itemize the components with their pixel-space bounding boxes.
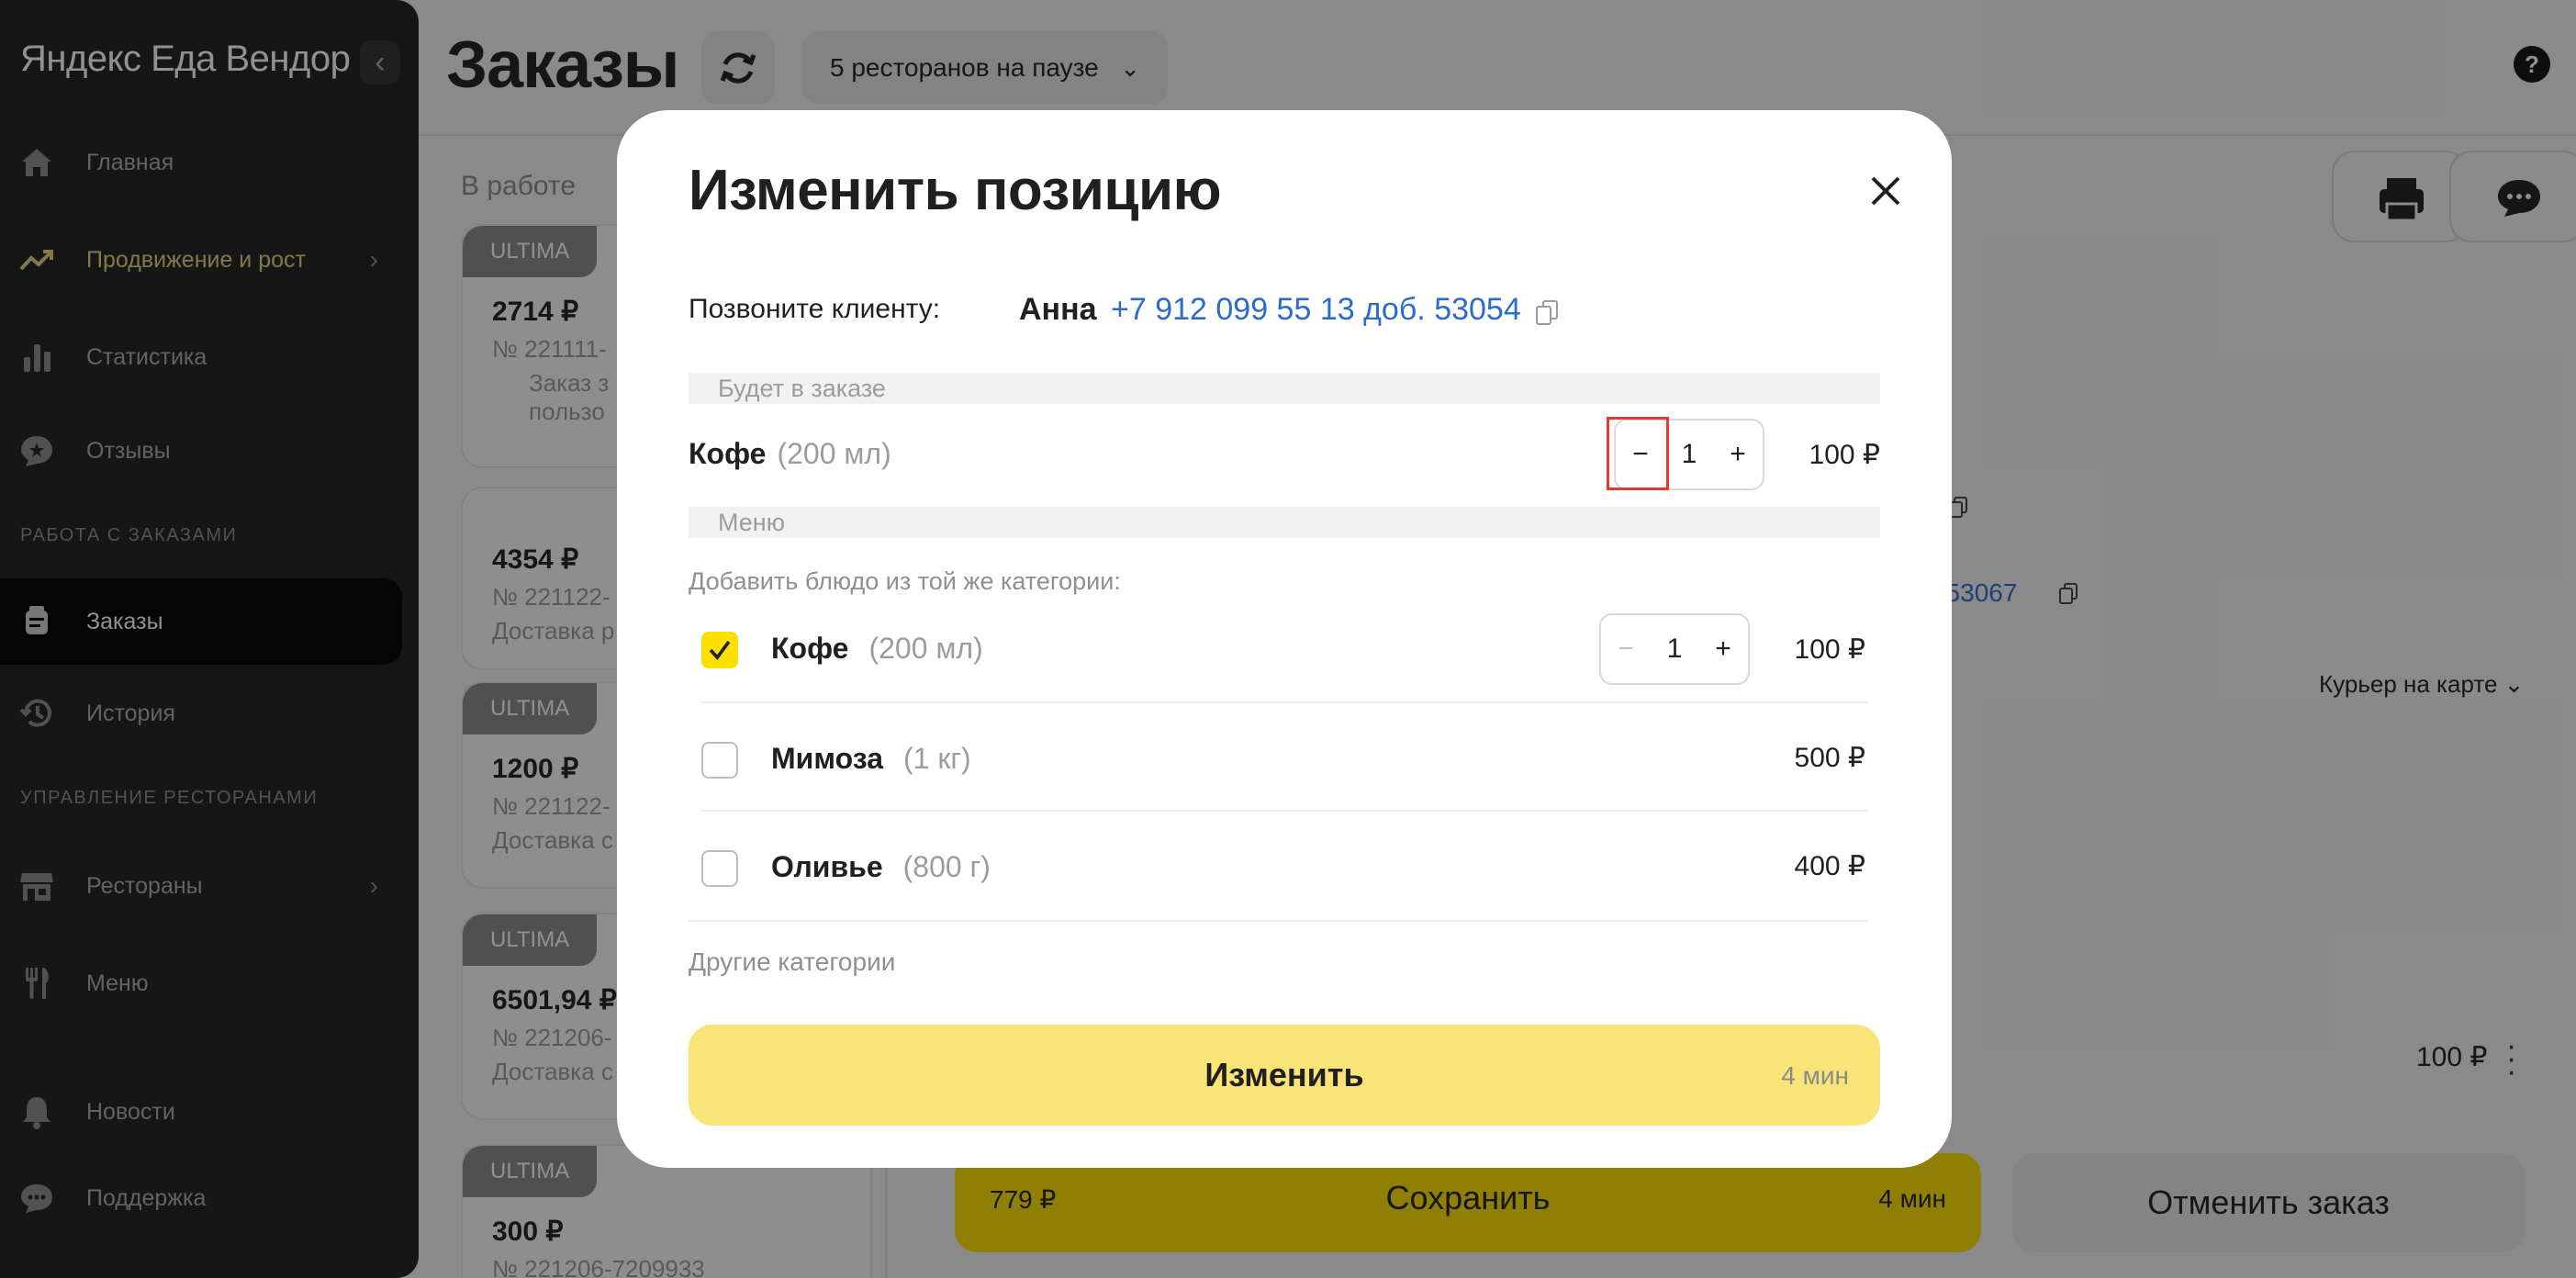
menu-item-price: 100 ₽ (1794, 634, 1865, 665)
item-size: (200 мл) (868, 632, 983, 665)
order-item-price: 100 ₽ (1809, 440, 1880, 470)
edit-item-modal: Изменить позицию Позвоните клиенту: Анна… (617, 110, 1952, 1168)
menu-item-checkbox[interactable] (701, 850, 738, 887)
menu-item-checkbox[interactable] (701, 632, 738, 668)
scroll-fade (617, 982, 1952, 1012)
menu-item-checkbox[interactable] (701, 742, 738, 779)
menu-item-name: Кофе (200 мл) (771, 632, 983, 666)
item-size: (1 кг) (902, 742, 971, 775)
add-dish-label: Добавить блюдо из той же категории: (689, 567, 1121, 595)
other-categories-label: Другие категории (689, 947, 896, 976)
submit-change-button[interactable]: Изменить 4 мин (689, 1025, 1880, 1126)
item-name-text: Кофе (689, 437, 767, 470)
menu-section-header: Меню (689, 507, 1880, 538)
submit-time: 4 мин (1781, 1061, 1849, 1090)
copy-icon[interactable] (1535, 299, 1559, 327)
modal-title: Изменить позицию (689, 159, 1222, 222)
item-size: (800 г) (902, 850, 991, 883)
item-name-text: Оливье (771, 850, 883, 883)
decrease-button-highlight (1607, 417, 1669, 490)
order-item-name: Кофе (200 мл) (689, 437, 891, 471)
item-name-text: Кофе (771, 632, 849, 665)
menu-item-price: 400 ₽ (1794, 851, 1865, 881)
divider (689, 920, 1867, 922)
checkmark-icon (709, 640, 731, 660)
client-name: Анна (1019, 292, 1097, 327)
in-order-section-header: Будет в заказе (689, 373, 1880, 404)
divider (701, 810, 1867, 812)
submit-label: Изменить (1204, 1056, 1364, 1093)
close-icon[interactable] (1864, 169, 1908, 213)
client-phone-link[interactable]: +7 912 099 55 13 доб. 53054 (1111, 292, 1521, 328)
item-name-text: Мимоза (771, 742, 883, 775)
quantity-value[interactable]: 1 (1651, 615, 1698, 683)
menu-item-name: Мимоза (1 кг) (771, 742, 971, 776)
divider (701, 701, 1867, 703)
item-size: (200 мл) (777, 437, 891, 470)
menu-item-name: Оливье (800 г) (771, 850, 991, 884)
decrease-quantity-button[interactable]: − (1601, 615, 1651, 683)
quantity-value[interactable]: 1 (1665, 420, 1713, 488)
menu-item-price: 500 ₽ (1794, 743, 1865, 773)
call-client-label: Позвоните клиенту: (689, 294, 941, 324)
